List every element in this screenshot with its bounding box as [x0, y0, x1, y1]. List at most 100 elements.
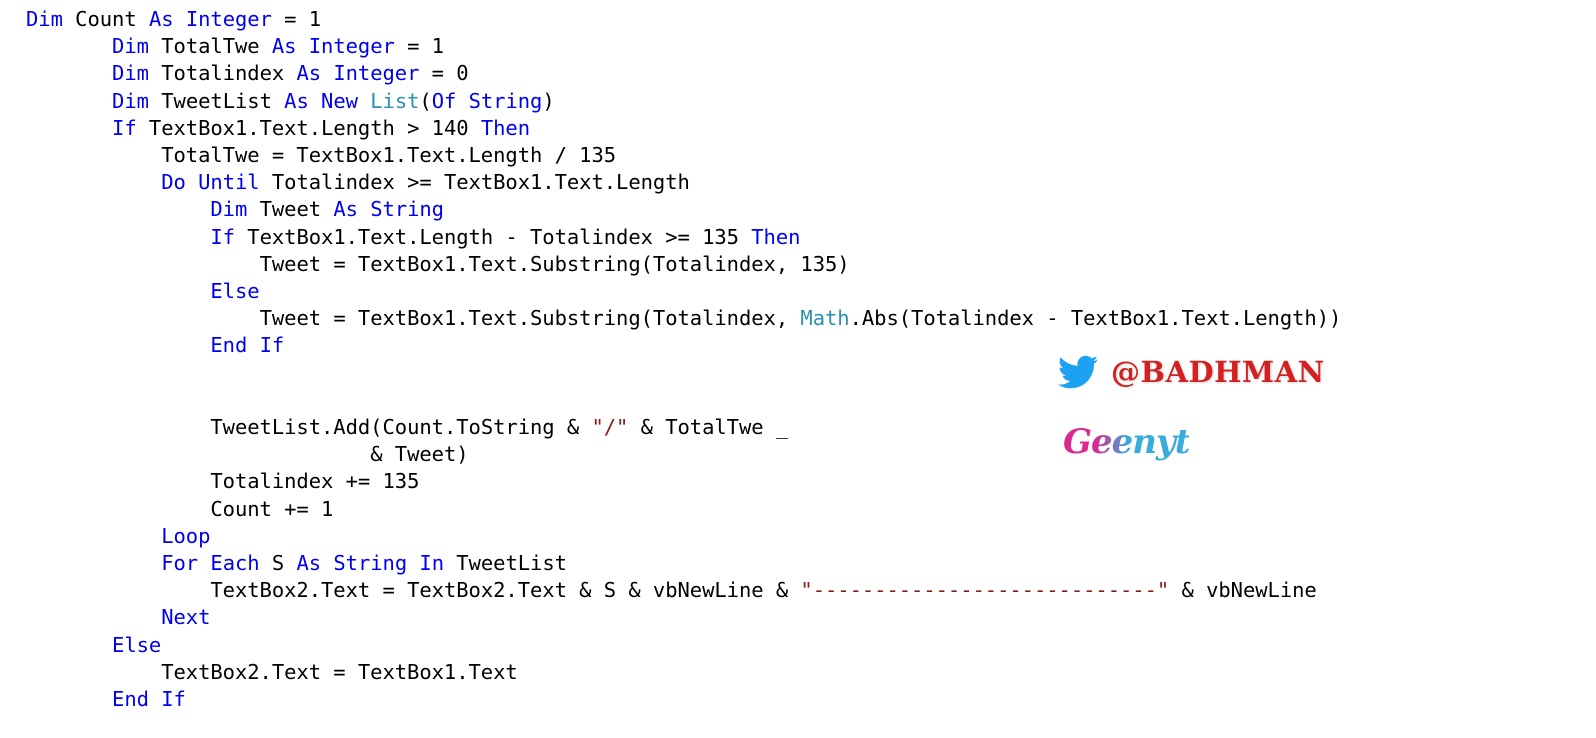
- code-line: Dim Count As Integer = 1: [26, 6, 1341, 33]
- code-token-kw: As: [296, 61, 322, 86]
- code-token-kw: Of: [431, 88, 457, 113]
- code-token-plain: TextBox2.Text = TextBox2.Text & S & vbNe…: [210, 578, 801, 603]
- code-token-plain: = 0: [419, 61, 469, 86]
- code-token-kw: String: [333, 551, 408, 576]
- code-line: End If: [26, 686, 1341, 713]
- code-line: End If: [26, 332, 1341, 359]
- code-token-kw: Dim: [112, 88, 149, 113]
- code-line: If TextBox1.Text.Length > 140 Then: [26, 115, 1341, 142]
- code-token-plain: & Tweet): [370, 442, 469, 467]
- code-line: Dim Totalindex As Integer = 0: [26, 60, 1341, 87]
- code-token-kw: Dim: [112, 61, 149, 86]
- code-token-kw: End: [112, 687, 149, 712]
- code-token-plain: TotalTwe: [148, 34, 272, 59]
- code-token-kw: Each: [210, 551, 260, 576]
- code-line: If TextBox1.Text.Length - Totalindex >= …: [26, 224, 1341, 251]
- code-token-kw: Dim: [26, 7, 63, 31]
- code-line: Tweet = TextBox1.Text.Substring(Totalind…: [26, 251, 1341, 278]
- code-token-kw: If: [161, 687, 186, 712]
- code-token-kw: As: [148, 7, 174, 31]
- code-token-str: "----------------------------": [800, 578, 1170, 603]
- code-token-plain: = 1: [271, 7, 322, 31]
- code-token-kw: New: [321, 88, 358, 113]
- code-token-kw: Then: [480, 115, 530, 140]
- code-line: Else: [26, 278, 1341, 305]
- code-line: Totalindex += 135: [26, 468, 1341, 495]
- code-listing[interactable]: Dim Count As Integer = 1 Dim TotalTwe As…: [26, 6, 1341, 713]
- code-token-kw: Next: [161, 605, 211, 630]
- code-token-kw: Do: [161, 170, 186, 195]
- code-token-plain: ): [542, 88, 555, 113]
- code-token-kw: Else: [210, 279, 260, 304]
- code-token-plain: TextBox1.Text.Length > 140: [136, 115, 481, 140]
- code-token-kw: Until: [198, 170, 260, 195]
- code-token-kw: Loop: [161, 523, 211, 548]
- code-token-str: "/": [591, 415, 629, 440]
- code-token-kw: In: [419, 551, 445, 576]
- code-line: & Tweet): [26, 441, 1341, 468]
- code-token-kw: String: [468, 88, 543, 113]
- code-line: Next: [26, 604, 1341, 631]
- code-token-kw: Else: [112, 632, 162, 657]
- code-line: Loop: [26, 523, 1341, 550]
- code-token-plain: TextBox2.Text = TextBox1.Text: [161, 659, 518, 684]
- code-token-kw: Dim: [210, 197, 248, 222]
- code-token-kw: Dim: [112, 34, 149, 59]
- code-line: Else: [26, 632, 1341, 659]
- code-line: Dim TotalTwe As Integer = 1: [26, 33, 1341, 60]
- code-token-plain: Count: [62, 7, 149, 31]
- code-token-kw: If: [210, 224, 235, 249]
- code-token-plain: Tweet = TextBox1.Text.Substring(Totalind…: [259, 251, 850, 276]
- code-token-plain: Tweet: [247, 197, 334, 222]
- code-token-plain: Count += 1: [210, 496, 334, 521]
- code-line: For Each S As String In TweetList: [26, 550, 1341, 577]
- code-line: Do Until Totalindex >= TextBox1.Text.Len…: [26, 169, 1341, 196]
- code-token-kw: Integer: [333, 61, 420, 86]
- code-token-kw: If: [112, 115, 137, 140]
- code-token-plain: TweetList.Add(Count.ToString &: [210, 415, 592, 440]
- code-line: TextBox2.Text = TextBox2.Text & S & vbNe…: [26, 577, 1341, 604]
- code-token-plain: Totalindex: [148, 61, 297, 86]
- code-line: TweetList.Add(Count.ToString & "/" & Tot…: [26, 414, 1341, 441]
- code-token-kw: Then: [751, 224, 801, 249]
- code-token-plain: TweetList: [148, 88, 285, 113]
- code-token-plain: S: [259, 551, 297, 576]
- code-line: Tweet = TextBox1.Text.Substring(Totalind…: [26, 305, 1342, 332]
- code-token-plain: Totalindex += 135: [210, 469, 420, 494]
- code-token-plain: TotalTwe = TextBox1.Text.Length / 135: [161, 143, 617, 168]
- code-token-plain: TextBox1.Text.Length - Totalindex >= 135: [234, 224, 752, 249]
- code-token-plain: TweetList: [444, 551, 567, 576]
- code-token-plain: & TotalTwe _: [628, 415, 789, 440]
- code-line: TextBox2.Text = TextBox1.Text: [26, 659, 1341, 686]
- code-line: Dim Tweet As String: [26, 196, 1341, 223]
